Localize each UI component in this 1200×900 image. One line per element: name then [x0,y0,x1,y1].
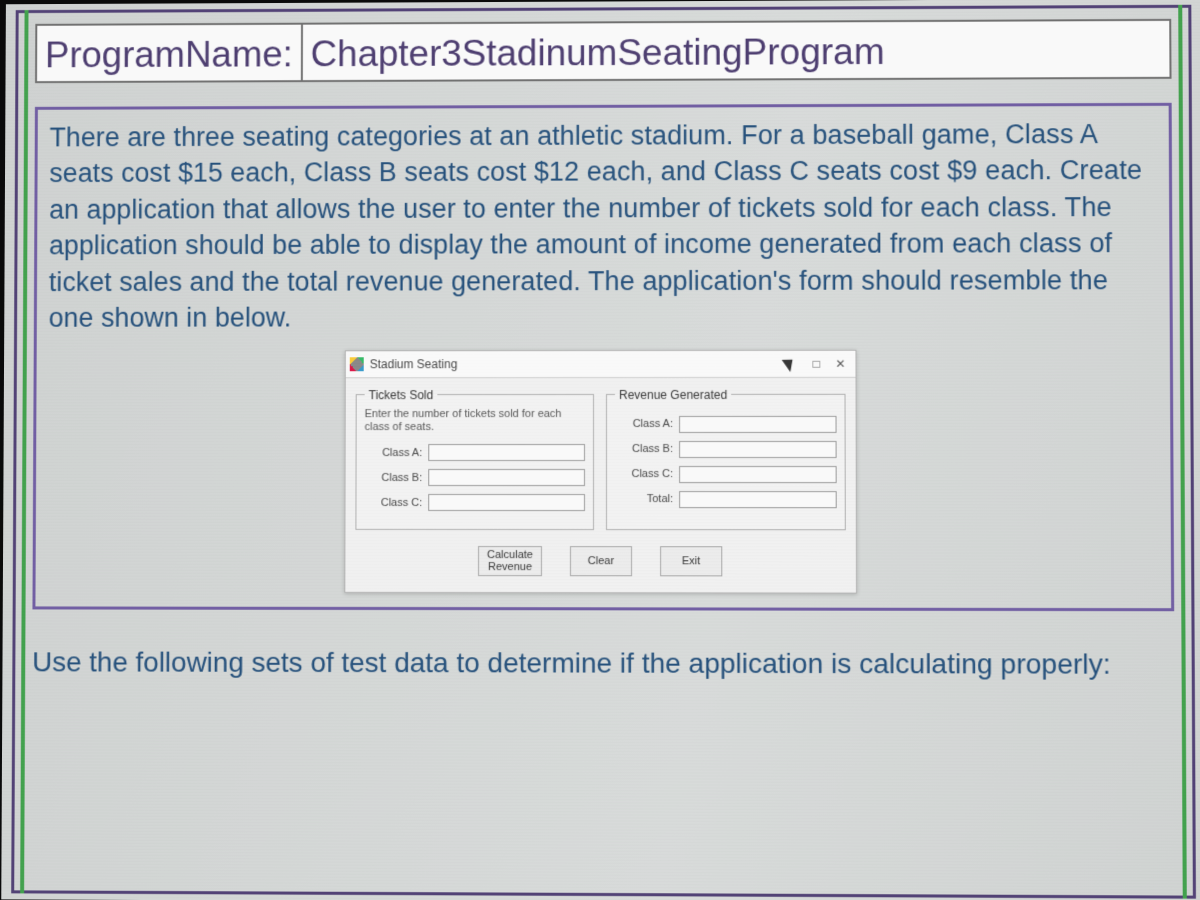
revenue-class-c-output [679,466,837,483]
tickets-class-a-label: Class A: [365,447,423,459]
revenue-class-b-label: Class B: [615,443,673,455]
revenue-class-c-row: Class C: [615,466,837,483]
cursor-icon [783,355,799,371]
close-icon[interactable]: ✕ [833,356,847,370]
tickets-sold-legend: Tickets Sold [365,388,438,402]
mock-form-buttons: Calculate Revenue Clear Exit [345,532,856,593]
mock-form-window: Stadium Seating □ ✕ Tickets Sold Enter t… [344,349,857,593]
exit-button[interactable]: Exit [660,546,722,576]
description-panel: There are three seating categories at an… [32,103,1174,611]
window-controls: □ ✕ [809,356,851,370]
content-area: ProgramName: Chapter3StadinumSeatingProg… [31,19,1175,885]
program-name-value: Chapter3StadinumSeatingProgram [303,21,1170,80]
tickets-sold-hint: Enter the number of tickets sold for eac… [365,408,585,434]
tickets-class-c-label: Class C: [364,496,422,508]
revenue-class-b-output [679,441,837,458]
page: ProgramName: Chapter3StadinumSeatingProg… [1,0,1200,900]
tickets-class-b-input[interactable] [428,469,585,486]
tickets-class-a-input[interactable] [428,444,585,461]
mock-form-title: Stadium Seating [370,356,784,370]
tickets-class-c-row: Class C: [364,494,585,511]
mock-form-titlebar[interactable]: Stadium Seating □ ✕ [346,350,856,377]
revenue-group: Revenue Generated Class A: Class B: Clas… [606,387,846,530]
revenue-total-output [679,491,837,508]
calculate-revenue-button[interactable]: Calculate Revenue [478,546,542,576]
revenue-class-a-output [679,416,837,433]
description-text: There are three seating categories at an… [49,116,1158,336]
tickets-sold-group: Tickets Sold Enter the number of tickets… [355,388,594,530]
revenue-total-row: Total: [615,491,837,508]
tickets-class-c-input[interactable] [428,494,585,511]
footer-text: Use the following sets of test data to d… [32,643,1174,683]
tickets-class-a-row: Class A: [365,444,585,461]
maximize-icon[interactable]: □ [809,356,823,370]
program-name-label: ProgramName: [37,25,303,81]
revenue-class-a-label: Class A: [615,418,673,430]
app-icon [350,357,364,371]
revenue-class-c-label: Class C: [615,468,673,480]
mock-form-body: Tickets Sold Enter the number of tickets… [345,377,855,532]
revenue-class-a-row: Class A: [615,416,837,433]
revenue-total-label: Total: [615,493,673,505]
clear-button[interactable]: Clear [570,546,632,576]
program-name-row: ProgramName: Chapter3StadinumSeatingProg… [35,19,1171,83]
revenue-legend: Revenue Generated [615,388,731,402]
tickets-class-b-row: Class B: [364,469,585,486]
revenue-class-b-row: Class B: [615,441,837,458]
tickets-class-b-label: Class B: [364,471,422,483]
